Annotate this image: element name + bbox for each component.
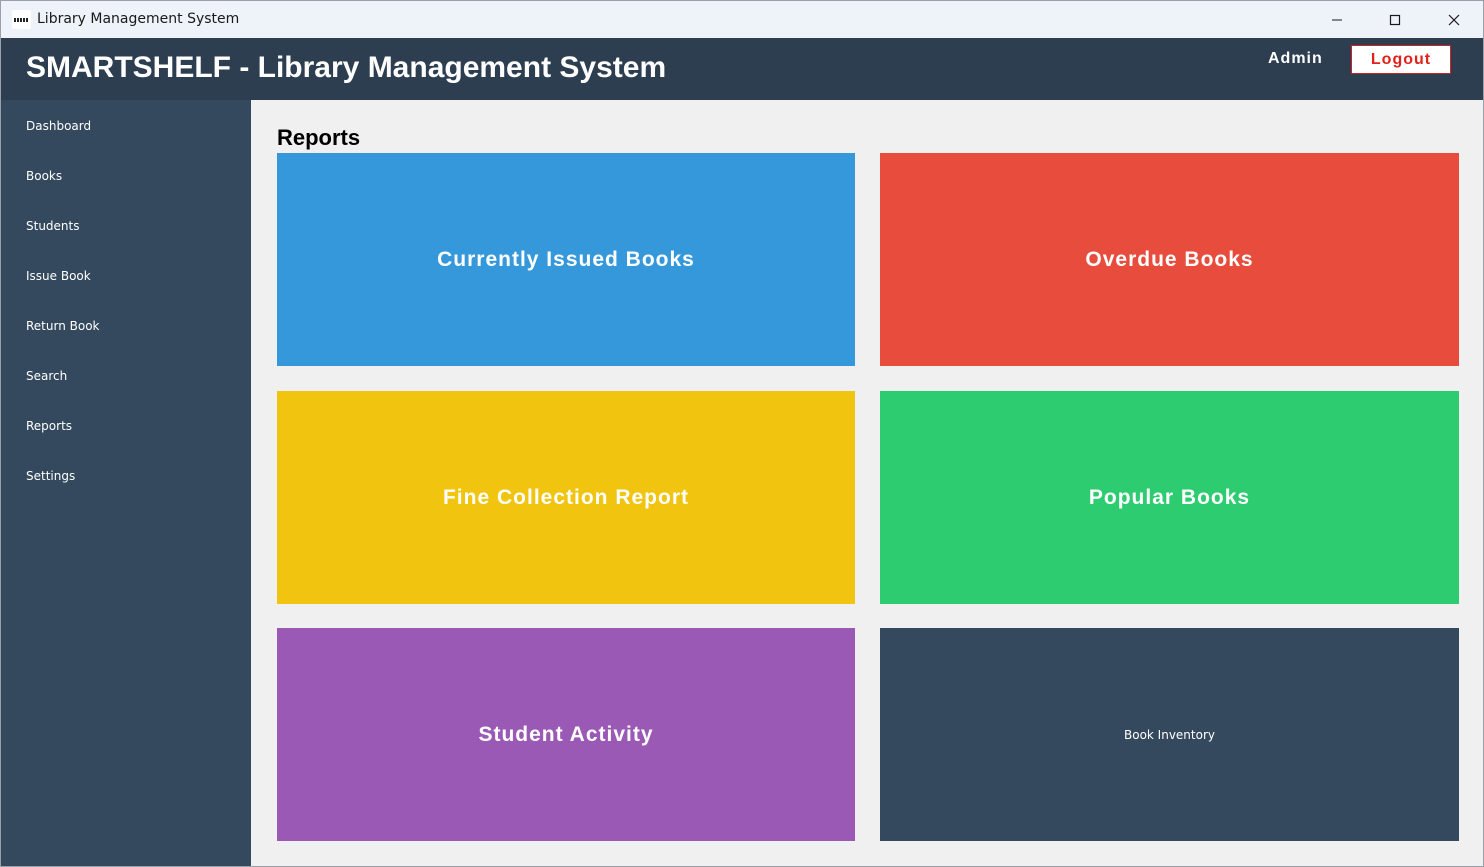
current-user-label: Admin bbox=[1268, 50, 1323, 67]
app-icon bbox=[12, 10, 31, 29]
tile-label: Book Inventory bbox=[1124, 727, 1215, 742]
minimize-button[interactable] bbox=[1308, 1, 1366, 38]
sidebar-item-books[interactable]: Books bbox=[26, 166, 226, 186]
sidebar-item-reports[interactable]: Reports bbox=[26, 416, 226, 436]
app-window: Library Management System SMARTSHELF - L… bbox=[0, 0, 1484, 867]
report-tile-student-activity[interactable]: Student Activity bbox=[277, 628, 855, 841]
sidebar-item-return-book[interactable]: Return Book bbox=[26, 316, 226, 336]
maximize-button[interactable] bbox=[1366, 1, 1424, 38]
logout-button[interactable]: Logout bbox=[1351, 45, 1451, 74]
maximize-icon bbox=[1389, 14, 1401, 25]
minimize-icon bbox=[1332, 19, 1342, 20]
tile-label: Fine Collection Report bbox=[442, 485, 689, 509]
app-header: SMARTSHELF - Library Management System A… bbox=[1, 38, 1483, 100]
report-tile-popular-books[interactable]: Popular Books bbox=[880, 391, 1459, 604]
app-title: SMARTSHELF - Library Management System bbox=[26, 51, 667, 84]
tile-label: Student Activity bbox=[478, 722, 654, 746]
sidebar-item-issue-book[interactable]: Issue Book bbox=[26, 266, 226, 286]
sidebar-item-settings[interactable]: Settings bbox=[26, 466, 226, 486]
tile-label: Overdue Books bbox=[1085, 247, 1254, 271]
window-titlebar[interactable]: Library Management System bbox=[1, 1, 1483, 38]
sidebar-item-dashboard[interactable]: Dashboard bbox=[26, 116, 226, 136]
close-button[interactable] bbox=[1425, 1, 1483, 38]
report-tile-currently-issued-books[interactable]: Currently Issued Books bbox=[277, 153, 855, 366]
page-title: Reports bbox=[277, 125, 361, 150]
close-icon bbox=[1448, 14, 1460, 25]
report-tile-book-inventory[interactable]: Book Inventory bbox=[880, 628, 1459, 841]
sidebar: Dashboard Books Students Issue Book Retu… bbox=[1, 100, 251, 866]
tile-label: Currently Issued Books bbox=[437, 247, 695, 271]
sidebar-item-students[interactable]: Students bbox=[26, 216, 226, 236]
main-content: Reports Currently Issued Books Overdue B… bbox=[251, 100, 1483, 866]
sidebar-item-search[interactable]: Search bbox=[26, 366, 226, 386]
tile-label: Popular Books bbox=[1088, 485, 1251, 509]
report-tile-fine-collection-report[interactable]: Fine Collection Report bbox=[277, 391, 855, 604]
window-title: Library Management System bbox=[37, 11, 240, 27]
report-tile-overdue-books[interactable]: Overdue Books bbox=[880, 153, 1459, 366]
